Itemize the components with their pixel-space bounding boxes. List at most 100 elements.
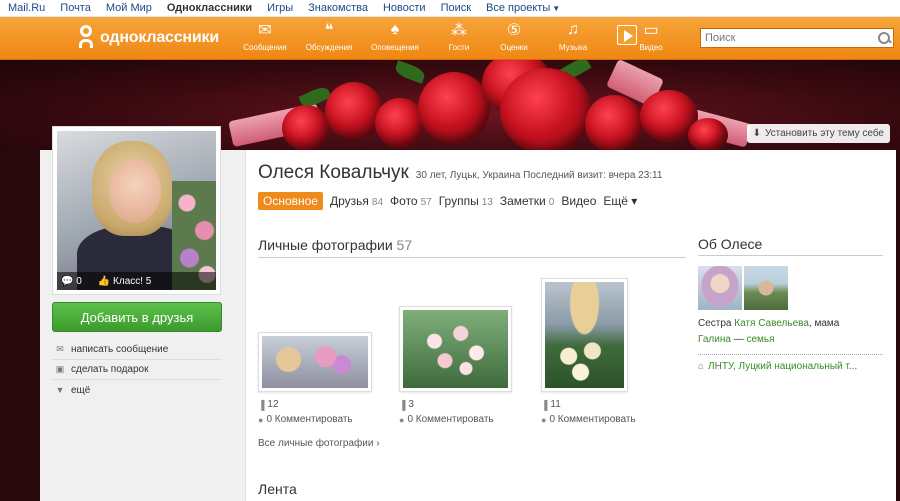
views-icon: ▐ — [399, 399, 406, 410]
portal-link-dating[interactable]: Знакомства — [308, 2, 368, 14]
install-theme-button[interactable]: ⬇ Установить эту тему себе — [746, 124, 890, 143]
avatar-comments-count: 0 — [76, 275, 82, 287]
bell-icon: ♠ — [390, 21, 400, 38]
tab-notes-label: Заметки — [499, 194, 546, 208]
rose-decoration — [418, 72, 490, 144]
portal-link-mail[interactable]: Почта — [60, 2, 91, 14]
tab-photos[interactable]: Фото 57 — [390, 194, 432, 208]
site-logo[interactable]: одноклассники — [78, 25, 219, 51]
comment-icon: ● — [258, 414, 264, 425]
search-icon[interactable] — [875, 29, 893, 47]
rose-decoration — [282, 105, 330, 150]
portal-link-news[interactable]: Новости — [383, 2, 426, 14]
all-projects-label: Все проекты — [486, 2, 551, 14]
tab-groups[interactable]: Группы 13 — [439, 194, 493, 208]
about-title: Об Олесе — [698, 236, 763, 252]
search-box — [700, 28, 894, 48]
music-play-button[interactable] — [617, 25, 637, 45]
photo-views: 3 — [408, 399, 414, 410]
personal-photos-title[interactable]: Личные фотографии 57 — [258, 237, 412, 253]
portal-link-games[interactable]: Игры — [267, 2, 293, 14]
send-message-label: написать сообщение — [71, 344, 169, 355]
relation-dash: — — [730, 334, 747, 345]
nav-messages[interactable]: ✉ Сообщения — [240, 20, 290, 52]
all-photos-link[interactable]: Все личные фотографии › — [258, 438, 380, 449]
portal-link-odnoklassniki[interactable]: Одноклассники — [167, 2, 252, 14]
nav-discussions[interactable]: ❝ Обсуждения — [293, 20, 365, 52]
send-message-link[interactable]: ✉ написать сообщение — [52, 340, 222, 360]
nav-video[interactable]: ▭ Видео — [631, 20, 671, 52]
tab-photos-label: Фото — [390, 194, 418, 208]
logo-text: одноклассники — [100, 29, 219, 46]
photo-stats: ▐ 12 ● 0 Комментировать — [258, 397, 353, 427]
rating-icon: ⑤ — [506, 22, 522, 39]
profile-header: Олеся Ковальчук 30 лет, Луцьк, Украина П… — [258, 162, 662, 184]
comment-icon: ● — [399, 414, 405, 425]
relative-avatar[interactable] — [744, 266, 788, 310]
search-input[interactable] — [701, 32, 875, 44]
relative-avatar[interactable] — [698, 266, 742, 310]
tab-friends[interactable]: Друзья 84 — [330, 194, 383, 208]
sister-link[interactable]: Катя Савельева — [734, 318, 809, 329]
nav-guests[interactable]: ⁂ Гости — [431, 20, 487, 52]
tab-groups-label: Группы — [438, 194, 479, 208]
photo-views: 12 — [267, 399, 279, 410]
photo-stats: ▐ 3 ● 0 Комментировать — [399, 397, 494, 427]
photo-thumbnail[interactable] — [399, 306, 512, 392]
tab-friends-count: 84 — [371, 197, 384, 208]
relation-mid: , мама — [808, 318, 840, 329]
comment-link[interactable]: ● 0 Комментировать — [399, 412, 494, 427]
portal-link-all-projects[interactable]: Все проекты ▼ — [486, 2, 560, 14]
nav-ratings-label: Оценки — [500, 43, 528, 52]
portal-link-mailru[interactable]: Mail.Ru — [8, 2, 45, 14]
tab-more[interactable]: Ещё ▾ — [603, 194, 637, 208]
footprints-icon: ⁂ — [451, 22, 467, 39]
comment-label: 0 Комментировать — [407, 414, 494, 425]
tab-more-label: Ещё ▾ — [603, 194, 638, 208]
comment-link[interactable]: ● 0 Комментировать — [258, 412, 353, 427]
comment-link[interactable]: ● 0 Комментировать — [541, 412, 636, 427]
photo-thumbnail[interactable] — [541, 278, 628, 392]
feed-title: Лента — [258, 481, 297, 497]
tab-main[interactable]: Основное — [258, 192, 323, 210]
nav-music-label: Музыка — [558, 43, 588, 52]
profile-actions: ✉ написать сообщение ▣ сделать подарок ▼… — [52, 340, 222, 400]
profile-avatar[interactable]: 💬 0 👍 Класс! 5 — [52, 126, 221, 295]
left-column: 💬 0 👍 Класс! 5 Добавить в друзья ✉ напис… — [40, 126, 245, 501]
photo-image — [262, 336, 368, 388]
relatives-photos — [698, 266, 883, 310]
family-link[interactable]: семья — [746, 334, 774, 345]
nav-music[interactable]: ♫ Музыка — [551, 20, 595, 52]
comment-icon: ● — [541, 414, 547, 425]
nav-notifications[interactable]: ♠ Оповещения — [365, 20, 425, 52]
avatar-likes-label: Класс! 5 — [113, 275, 152, 287]
tab-notes[interactable]: Заметки 0 — [500, 194, 554, 208]
personal-photos-count: 57 — [396, 237, 413, 253]
avatar-comments[interactable]: 💬 0 — [61, 276, 90, 287]
portal-bar: Mail.Ru Почта Мой Мир Одноклассники Игры… — [0, 0, 900, 17]
portal-link-myworld[interactable]: Мой Мир — [106, 2, 152, 14]
music-note-icon: ♫ — [567, 21, 579, 38]
tab-video[interactable]: Видео — [561, 194, 596, 208]
envelope-icon: ✉ — [56, 344, 64, 354]
relation-prefix: Сестра — [698, 318, 735, 329]
portal-link-search[interactable]: Поиск — [441, 2, 471, 14]
education-item[interactable]: ⌂ ЛНТУ, Луцкий национальный т... — [698, 361, 883, 372]
nav-guests-label: Гости — [448, 43, 470, 52]
more-actions-label: ещё — [71, 384, 91, 396]
add-friend-button[interactable]: Добавить в друзья — [52, 302, 222, 332]
nav-ratings[interactable]: ⑤ Оценки — [489, 20, 539, 52]
tab-groups-count: 13 — [481, 197, 493, 208]
photo-thumbnail[interactable] — [258, 332, 372, 392]
more-actions-link[interactable]: ▼ ещё — [52, 380, 222, 400]
make-gift-link[interactable]: ▣ сделать подарок — [52, 360, 222, 380]
profile-page: 💬 0 👍 Класс! 5 Добавить в друзья ✉ напис… — [40, 126, 896, 501]
nav-messages-label: Сообщения — [243, 43, 287, 52]
mother-link[interactable]: Галина — [698, 334, 731, 345]
avatar-likes[interactable]: 👍 Класс! 5 — [98, 276, 160, 287]
relatives-text: Сестра Катя Савельева, мама Галина — сем… — [698, 316, 883, 348]
nav-video-label: Видео — [639, 43, 663, 52]
ok-logo-icon — [78, 25, 94, 51]
education-label: ЛНТУ, Луцкий национальный т... — [708, 361, 858, 372]
header-nav: ✉ Сообщения ❝ Обсуждения ♠ Оповещения ⁂ … — [240, 20, 671, 52]
